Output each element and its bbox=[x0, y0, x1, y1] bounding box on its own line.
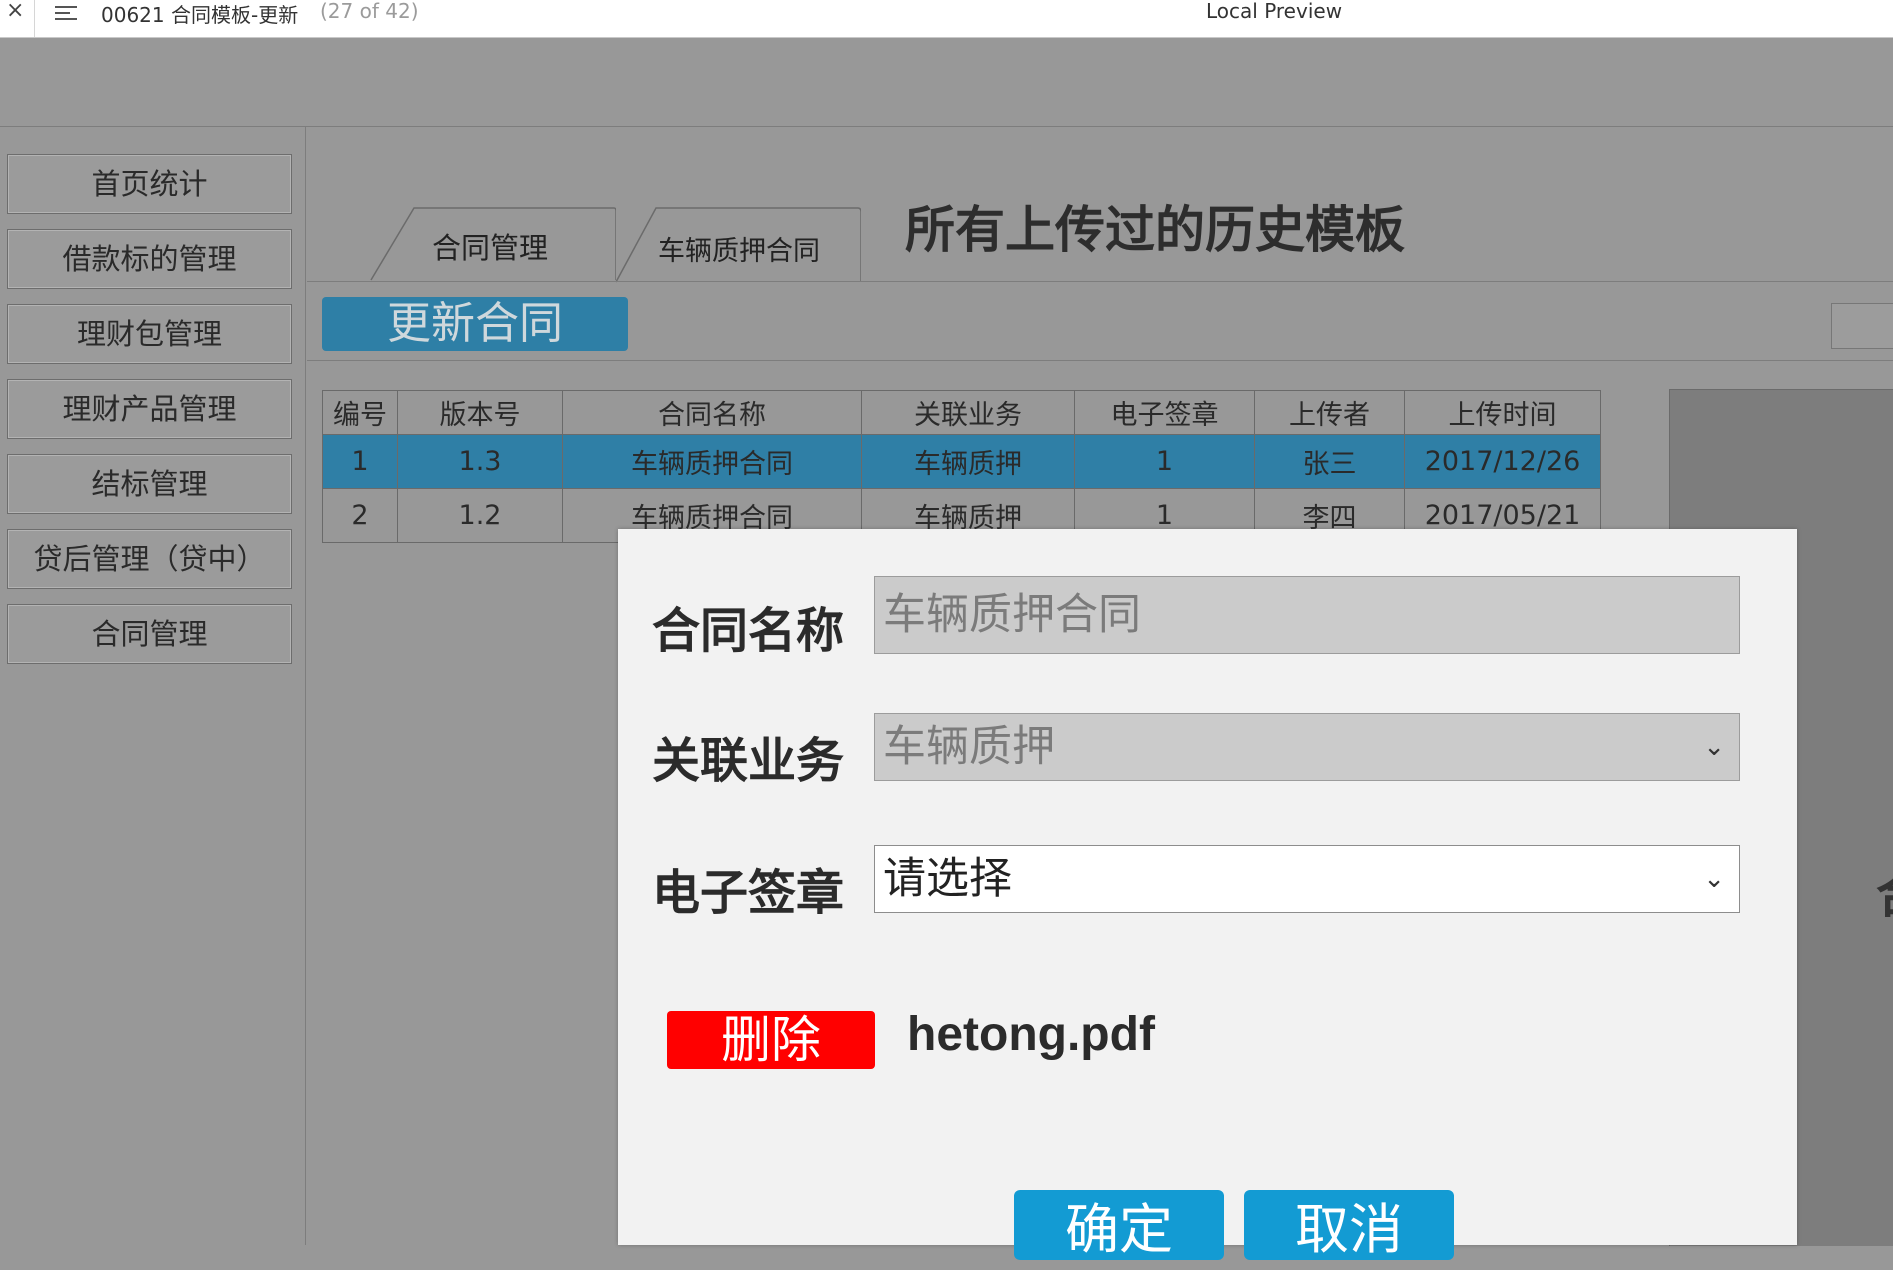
contract-name-label: 合同名称 bbox=[652, 603, 845, 659]
close-icon[interactable]: × bbox=[6, 0, 24, 23]
sidebar-item-finance-package[interactable]: 理财包管理 bbox=[7, 304, 292, 364]
sidebar-item-loan-management[interactable]: 借款标的管理 bbox=[7, 229, 292, 289]
sidebar bbox=[0, 127, 306, 1245]
tab-contract-management[interactable]: 合同管理 bbox=[370, 207, 616, 281]
app-header bbox=[0, 38, 1893, 127]
col-header-version: 版本号 bbox=[397, 390, 563, 435]
delete-file-button[interactable]: 删除 bbox=[667, 1011, 875, 1069]
cell-upload-time: 2017/12/26 bbox=[1404, 434, 1601, 489]
seal-label: 电子签章 bbox=[652, 865, 845, 921]
divider bbox=[307, 360, 1893, 361]
cell-uploader: 张三 bbox=[1254, 434, 1405, 489]
table-row[interactable]: 1 1.3 车辆质押合同 车辆质押 1 张三 2017/12/26 bbox=[322, 434, 1601, 489]
cell-id: 2 bbox=[322, 488, 398, 543]
contract-name-field[interactable]: 车辆质押合同 bbox=[874, 576, 1740, 654]
update-contract-dialog: 合同名称 车辆质押合同 关联业务 车辆质押 ⌄ 电子签章 请选择 ⌄ 删除 he… bbox=[618, 529, 1797, 1261]
seal-select-value: 请选择 bbox=[883, 854, 1012, 904]
confirm-button[interactable]: 确定 bbox=[1014, 1190, 1224, 1261]
document-title: 00621 合同模板-更新 bbox=[101, 3, 299, 27]
business-label: 关联业务 bbox=[652, 733, 845, 789]
sidebar-item-home-stats[interactable]: 首页统计 bbox=[7, 154, 292, 214]
cell-seal: 1 bbox=[1074, 434, 1255, 489]
tab-vehicle-pledge[interactable]: 车辆质押合同 bbox=[615, 207, 861, 283]
cell-name: 车辆质押合同 bbox=[562, 434, 862, 489]
sidebar-item-contract[interactable]: 合同管理 bbox=[7, 604, 292, 664]
cancel-button[interactable]: 取消 bbox=[1244, 1190, 1454, 1261]
preview-titlebar: × 00621 合同模板-更新 (27 of 42) Local Preview bbox=[0, 0, 1893, 38]
menu-icon[interactable] bbox=[55, 2, 77, 24]
attached-filename: hetong.pdf bbox=[907, 1008, 1155, 1061]
update-contract-button[interactable]: 更新合同 bbox=[322, 297, 628, 351]
sidebar-item-post-loan[interactable]: 贷后管理（贷中） bbox=[7, 529, 292, 589]
titlebar-divider bbox=[34, 0, 35, 37]
business-select[interactable]: 车辆质押 ⌄ bbox=[874, 713, 1740, 781]
col-header-business: 关联业务 bbox=[861, 390, 1075, 435]
col-header-uploader: 上传者 bbox=[1254, 390, 1405, 435]
col-header-seal: 电子签章 bbox=[1074, 390, 1255, 435]
chevron-down-icon: ⌄ bbox=[1703, 732, 1725, 762]
contract-table: 编号 版本号 合同名称 关联业务 电子签章 上传者 上传时间 1 1.3 车辆质… bbox=[322, 390, 1601, 543]
divider bbox=[307, 281, 1893, 282]
sidebar-item-settlement[interactable]: 结标管理 bbox=[7, 454, 292, 514]
page-title: 所有上传过的历史模板 bbox=[905, 201, 1405, 259]
col-header-id: 编号 bbox=[322, 390, 398, 435]
col-header-upload-time: 上传时间 bbox=[1404, 390, 1601, 435]
app-title: Local Preview bbox=[1206, 0, 1343, 23]
page-count: (27 of 42) bbox=[320, 0, 419, 23]
col-header-name: 合同名称 bbox=[562, 390, 862, 435]
preview-panel-text: 合 bbox=[1876, 855, 1893, 927]
business-select-value: 车辆质押 bbox=[883, 722, 1055, 772]
sidebar-item-finance-product[interactable]: 理财产品管理 bbox=[7, 379, 292, 439]
cell-version: 1.2 bbox=[397, 488, 563, 543]
cell-business: 车辆质押 bbox=[861, 434, 1075, 489]
cell-version: 1.3 bbox=[397, 434, 563, 489]
table-header-row: 编号 版本号 合同名称 关联业务 电子签章 上传者 上传时间 bbox=[322, 390, 1601, 435]
tab-label: 合同管理 bbox=[432, 231, 549, 265]
tab-label: 车辆质押合同 bbox=[658, 236, 820, 267]
seal-select[interactable]: 请选择 ⌄ bbox=[874, 845, 1740, 913]
search-box[interactable] bbox=[1831, 303, 1893, 349]
cell-id: 1 bbox=[322, 434, 398, 489]
chevron-down-icon: ⌄ bbox=[1703, 864, 1725, 894]
